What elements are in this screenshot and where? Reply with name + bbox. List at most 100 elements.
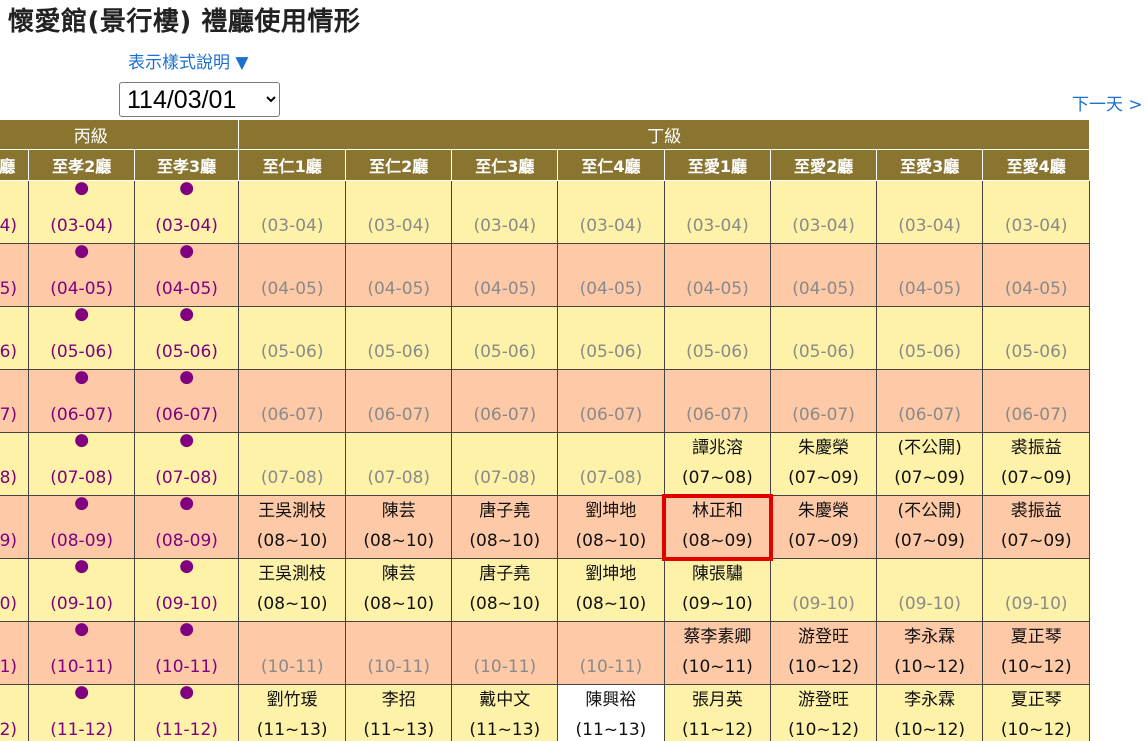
hall-slot-cell[interactable]: (04-05): [663, 243, 772, 307]
hall-slot-cell[interactable]: 游登旺 (10~12): [770, 684, 877, 741]
hall-slot-cell[interactable]: 唐子堯 (08~10): [451, 558, 559, 622]
hall-slot-cell[interactable]: 夏正琴 (10~12): [982, 684, 1090, 741]
hall-slot-cell[interactable]: (05-06): [344, 306, 453, 370]
hall-slot-cell[interactable]: (05-06): [451, 306, 559, 370]
date-select[interactable]: 114/03/01: [119, 82, 280, 117]
hall-slot-cell[interactable]: ● (11-12): [133, 684, 240, 741]
hall-slot-cell[interactable]: ● (05-06): [28, 306, 135, 370]
hall-slot-cell[interactable]: 夏正琴 (10~12): [982, 621, 1090, 685]
hall-slot-cell[interactable]: ● (08-09): [28, 495, 135, 559]
hall-slot-cell[interactable]: (04-05): [451, 243, 559, 307]
schedule-table-viewport[interactable]: 丙級丁級 至孝1廳至孝2廳至孝3廳至仁1廳至仁2廳至仁3廳至仁4廳至愛1廳至愛2…: [0, 119, 1148, 741]
hall-slot-cell[interactable]: 王吳測枝 (08~10): [238, 558, 346, 622]
hall-slot-cell[interactable]: (10-11): [451, 621, 559, 685]
hall-slot-cell[interactable]: 劉坤地 (08~10): [557, 495, 665, 559]
hall-slot-cell[interactable]: (05-06): [238, 306, 346, 370]
hall-slot-cell[interactable]: 李永霖 (10~12): [875, 621, 984, 685]
hall-slot-cell[interactable]: ● (08-09): [0, 495, 30, 559]
hall-slot-cell[interactable]: (不公開) (07~09): [875, 495, 984, 559]
hall-slot-cell[interactable]: 唐子堯 (08~10): [451, 495, 559, 559]
hall-slot-cell[interactable]: (03-04): [344, 180, 453, 244]
hall-slot-cell[interactable]: ● (05-06): [133, 306, 240, 370]
legend-toggle-link[interactable]: 表示樣式說明 ▼: [128, 48, 248, 73]
hall-slot-cell[interactable]: (03-04): [770, 180, 877, 244]
hall-slot-cell[interactable]: (05-06): [982, 306, 1090, 370]
hall-slot-cell[interactable]: 蔡李素卿 (10~11): [663, 621, 772, 685]
hall-slot-cell[interactable]: (07-08): [238, 432, 346, 496]
hall-slot-cell[interactable]: (09-10): [875, 558, 984, 622]
hall-slot-cell[interactable]: 裘振益 (07~09): [982, 495, 1090, 559]
hall-slot-cell[interactable]: (06-07): [451, 369, 559, 433]
hall-slot-cell[interactable]: (05-06): [663, 306, 772, 370]
hall-slot-cell[interactable]: ● (10-11): [0, 621, 30, 685]
hall-slot-cell[interactable]: (03-04): [663, 180, 772, 244]
hall-slot-cell[interactable]: ● (05-06): [0, 306, 30, 370]
hall-slot-cell[interactable]: (06-07): [238, 369, 346, 433]
hall-slot-cell[interactable]: ● (07-08): [28, 432, 135, 496]
hall-slot-cell[interactable]: 游登旺 (10~12): [770, 621, 877, 685]
hall-slot-cell[interactable]: 陳芸 (08~10): [344, 495, 453, 559]
hall-slot-cell[interactable]: 劉竹瑗 (11~13): [238, 684, 346, 741]
hall-slot-cell[interactable]: (09-10): [982, 558, 1090, 622]
hall-slot-cell[interactable]: (10-11): [557, 621, 665, 685]
hall-slot-cell[interactable]: (04-05): [238, 243, 346, 307]
hall-slot-cell[interactable]: (04-05): [770, 243, 877, 307]
hall-slot-cell[interactable]: (03-04): [982, 180, 1090, 244]
hall-slot-cell[interactable]: ● (09-10): [28, 558, 135, 622]
hall-slot-cell[interactable]: (03-04): [451, 180, 559, 244]
hall-slot-cell[interactable]: ● (09-10): [0, 558, 30, 622]
hall-slot-cell[interactable]: 朱慶榮 (07~09): [770, 495, 877, 559]
hall-slot-cell[interactable]: ● (06-07): [0, 369, 30, 433]
hall-slot-cell[interactable]: ● (11-12): [0, 684, 30, 741]
hall-slot-cell[interactable]: (06-07): [557, 369, 665, 433]
hall-slot-cell[interactable]: ● (03-04): [0, 180, 30, 244]
hall-slot-cell[interactable]: ● (04-05): [0, 243, 30, 307]
hall-slot-cell[interactable]: (07-08): [557, 432, 665, 496]
hall-slot-cell[interactable]: ● (04-05): [133, 243, 240, 307]
hall-slot-cell[interactable]: 劉坤地 (08~10): [557, 558, 665, 622]
hall-slot-cell[interactable]: 陳張驌 (09~10): [663, 558, 772, 622]
hall-slot-cell[interactable]: ● (06-07): [28, 369, 135, 433]
hall-slot-cell[interactable]: (06-07): [982, 369, 1090, 433]
hall-slot-cell[interactable]: (10-11): [344, 621, 453, 685]
hall-slot-cell[interactable]: ● (03-04): [28, 180, 135, 244]
hall-slot-cell[interactable]: (03-04): [875, 180, 984, 244]
hall-slot-cell[interactable]: 陳興裕 (11~13): [557, 684, 665, 741]
hall-slot-cell[interactable]: ● (06-07): [133, 369, 240, 433]
hall-slot-cell[interactable]: 譚兆溶 (07~08): [663, 432, 772, 496]
hall-slot-cell[interactable]: 李招 (11~13): [344, 684, 453, 741]
hall-slot-cell[interactable]: 王吳測枝 (08~10): [238, 495, 346, 559]
hall-slot-cell[interactable]: (05-06): [770, 306, 877, 370]
hall-slot-cell[interactable]: ● (10-11): [133, 621, 240, 685]
hall-slot-cell[interactable]: (05-06): [875, 306, 984, 370]
hall-slot-cell[interactable]: (03-04): [557, 180, 665, 244]
hall-slot-cell[interactable]: (06-07): [770, 369, 877, 433]
hall-slot-cell[interactable]: 李永霖 (10~12): [875, 684, 984, 741]
hall-slot-cell[interactable]: (07-08): [451, 432, 559, 496]
hall-slot-cell[interactable]: ● (07-08): [133, 432, 240, 496]
hall-slot-cell[interactable]: 裘振益 (07~09): [982, 432, 1090, 496]
hall-slot-cell[interactable]: (03-04): [238, 180, 346, 244]
hall-slot-cell[interactable]: 陳芸 (08~10): [344, 558, 453, 622]
hall-slot-cell[interactable]: ● (07-08): [0, 432, 30, 496]
hall-slot-cell[interactable]: (04-05): [344, 243, 453, 307]
hall-slot-cell[interactable]: ● (09-10): [133, 558, 240, 622]
hall-slot-cell[interactable]: (04-05): [982, 243, 1090, 307]
hall-slot-cell[interactable]: (09-10): [770, 558, 877, 622]
hall-slot-cell[interactable]: (06-07): [663, 369, 772, 433]
hall-slot-cell[interactable]: ● (03-04): [133, 180, 240, 244]
hall-slot-cell[interactable]: (不公開) (07~09): [875, 432, 984, 496]
hall-slot-cell[interactable]: (07-08): [344, 432, 453, 496]
hall-slot-cell[interactable]: 戴中文 (11~13): [451, 684, 559, 741]
hall-slot-cell[interactable]: (05-06): [557, 306, 665, 370]
hall-slot-cell-selected[interactable]: 林正和 (08~09): [662, 493, 773, 561]
hall-slot-cell[interactable]: ● (11-12): [28, 684, 135, 741]
hall-slot-cell[interactable]: (06-07): [875, 369, 984, 433]
hall-slot-cell[interactable]: ● (04-05): [28, 243, 135, 307]
hall-slot-cell[interactable]: ● (10-11): [28, 621, 135, 685]
hall-slot-cell[interactable]: (04-05): [875, 243, 984, 307]
hall-slot-cell[interactable]: (04-05): [557, 243, 665, 307]
hall-slot-cell[interactable]: 張月英 (11~12): [663, 684, 772, 741]
hall-slot-cell[interactable]: 朱慶榮 (07~09): [770, 432, 877, 496]
hall-slot-cell[interactable]: (10-11): [238, 621, 346, 685]
